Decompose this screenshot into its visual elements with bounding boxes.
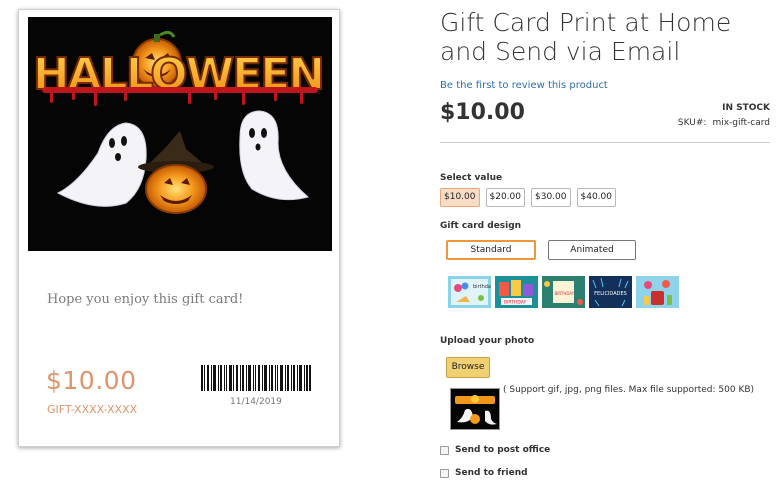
party-thumbnail[interactable] bbox=[636, 276, 679, 308]
design-label: Gift card design bbox=[440, 221, 522, 231]
divider bbox=[440, 142, 770, 143]
review-link[interactable]: Be the first to review this product bbox=[440, 80, 608, 91]
value-option-40[interactable]: $40.00 bbox=[576, 188, 616, 207]
send-to-friend-option[interactable]: Send to friend bbox=[440, 468, 528, 478]
product-title: Gift Card Print at Home and Send via Ema… bbox=[440, 8, 732, 66]
birthday-card-thumbnail[interactable]: BIRTHDAY bbox=[542, 276, 585, 308]
friend-label: Send to friend bbox=[455, 468, 528, 478]
thumbnail-text-happy-birthday: BIRTHDAY bbox=[504, 300, 526, 306]
sku-value: mix-gift-card bbox=[712, 118, 770, 128]
select-value-label: Select value bbox=[440, 173, 503, 183]
friend-checkbox[interactable] bbox=[440, 468, 449, 478]
design-animated-button[interactable]: Animated bbox=[548, 240, 636, 260]
value-options: $10.00 $20.00 $30.00 $40.00 bbox=[440, 188, 616, 207]
upload-note: ( Support gif, jpg, png files. Max file … bbox=[503, 385, 755, 395]
halloween-card-image: HALLOWEEN bbox=[28, 17, 332, 251]
thumbnail-text-felicidades: FELICIDADES bbox=[594, 291, 627, 297]
design-options: Standard Animated bbox=[446, 240, 636, 260]
barcode-date: 11/14/2019 bbox=[230, 397, 282, 407]
sku: SKU#: mix-gift-card bbox=[678, 118, 770, 128]
design-thumbnails: birthday BIRTHDAY BIRTHDAY FELICIDADES bbox=[448, 276, 679, 308]
value-option-10[interactable]: $10.00 bbox=[440, 188, 480, 207]
barcode-image bbox=[201, 365, 311, 391]
birthday-balloons-thumbnail[interactable]: birthday bbox=[448, 276, 491, 308]
value-option-20[interactable]: $20.00 bbox=[485, 188, 525, 207]
upload-label: Upload your photo bbox=[440, 336, 535, 346]
gift-card-preview: HALLOWEEN Hope you enjoy this gift card!… bbox=[18, 9, 340, 447]
card-message: Hope you enjoy this gift card! bbox=[47, 292, 244, 307]
design-standard-button[interactable]: Standard bbox=[446, 240, 536, 260]
card-code: GIFT-XXXX-XXXX bbox=[47, 403, 138, 416]
felicidades-thumbnail[interactable]: FELICIDADES bbox=[589, 276, 632, 308]
stock-status: IN STOCK bbox=[722, 103, 770, 113]
happy-birthday-thumbnail[interactable]: BIRTHDAY bbox=[495, 276, 538, 308]
value-option-30[interactable]: $30.00 bbox=[531, 188, 571, 207]
uploaded-photo-thumbnail bbox=[450, 388, 500, 430]
post-office-checkbox[interactable] bbox=[440, 445, 449, 455]
thumbnail-text-birthday: birthday bbox=[473, 284, 491, 290]
send-to-post-office-option[interactable]: Send to post office bbox=[440, 445, 550, 455]
thumbnail-text-birthday-card: BIRTHDAY bbox=[555, 291, 575, 296]
sku-label: SKU#: bbox=[677, 118, 707, 128]
browse-button[interactable]: Browse bbox=[446, 357, 490, 378]
card-amount: $10.00 bbox=[46, 366, 137, 395]
product-price: $10.00 bbox=[440, 100, 525, 125]
post-office-label: Send to post office bbox=[455, 445, 551, 455]
